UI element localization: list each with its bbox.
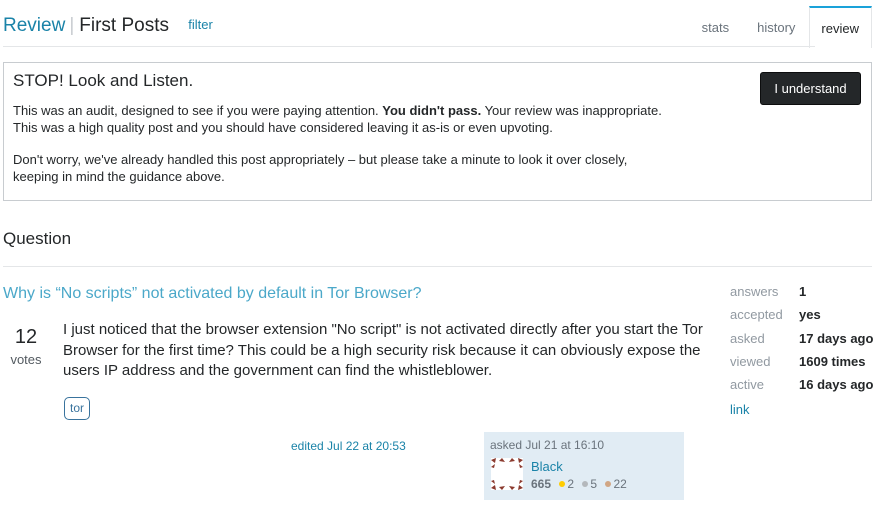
stat-value: 17 days ago [799,330,874,346]
i-understand-button[interactable]: I understand [760,72,861,105]
user-reputation: 665 2 5 22 [531,477,627,491]
share-link[interactable]: link [730,402,873,417]
stat-label: answers [730,284,779,300]
stat-value: 1 [799,284,807,300]
review-header: Review | First Posts filter stats history … [3,0,876,48]
bronze-badge-count: 22 [613,477,627,491]
review-link[interactable]: Review [3,15,65,36]
stat-asked: asked 17 days ago [730,327,873,350]
tab-review[interactable]: review [809,6,872,48]
tab-history[interactable]: history [743,6,809,47]
avatar[interactable] [491,458,523,490]
user-name-link[interactable]: Black [531,459,563,474]
owner-signature: asked Jul 21 at 16:10 Black 665 2 5 22 [484,432,684,500]
tab-stats[interactable]: stats [688,6,743,47]
silver-badge-count: 5 [590,477,598,491]
stat-value: 1609 times [799,354,866,370]
page-title: Review | First Posts filter [3,14,213,39]
stat-accepted: accepted yes [730,303,873,326]
audit-text: Your review was inappropriate. [481,103,662,118]
audit-text: Don't worry, we've already handled this … [13,152,628,167]
stat-value: 16 days ago [799,377,874,393]
stat-answers: answers 1 [730,280,873,303]
section-title: Question [3,229,72,248]
question-body: I just noticed that the browser extensio… [63,321,703,379]
tag-tor[interactable]: tor [64,397,91,420]
audit-text: This was an audit, designed to see if yo… [13,103,383,118]
stat-active: active 16 days ago [730,373,873,396]
audit-guidance: Don't worry, we've already handled this … [13,151,733,185]
vote-number: 12 [14,326,38,348]
audit-notice: STOP! Look and Listen. This was an audit… [3,62,872,201]
review-tabs: stats history review [688,6,872,48]
bronze-badge-icon [605,481,612,488]
question-title-link[interactable]: Why is “No scripts” not activated by def… [3,285,422,303]
queue-name: First Posts [79,15,169,36]
audit-message: This was an audit, designed to see if yo… [13,102,733,136]
gold-badge-count: 2 [567,477,575,491]
filter-link[interactable]: filter [188,17,213,32]
stat-viewed: viewed 1609 times [730,350,873,373]
stat-label: asked [730,330,765,346]
section-divider [3,266,872,267]
votes-label: votes [10,352,42,367]
stat-label: active [730,377,764,393]
asked-time: asked Jul 21 at 16:10 [490,438,605,452]
stat-label: viewed [730,354,771,370]
title-separator: | [69,15,75,36]
stat-label: accepted [730,307,783,323]
vote-count: 12 votes [0,325,52,367]
identicon-icon [491,458,523,490]
audit-text: This was a high quality post and you sho… [13,120,553,135]
audit-text: keeping in mind the guidance above. [13,169,225,184]
header-divider [3,46,815,47]
silver-badge-icon [582,481,589,488]
gold-badge-icon [559,481,566,488]
reputation-score: 665 [531,477,552,491]
stat-value: yes [799,307,821,323]
audit-title: STOP! Look and Listen. [13,71,194,90]
question-stats: answers 1 accepted yes asked 17 days ago… [730,280,873,417]
audit-failed-text: You didn't pass. [382,103,482,118]
edited-link[interactable]: edited Jul 22 at 20:53 [291,439,406,453]
